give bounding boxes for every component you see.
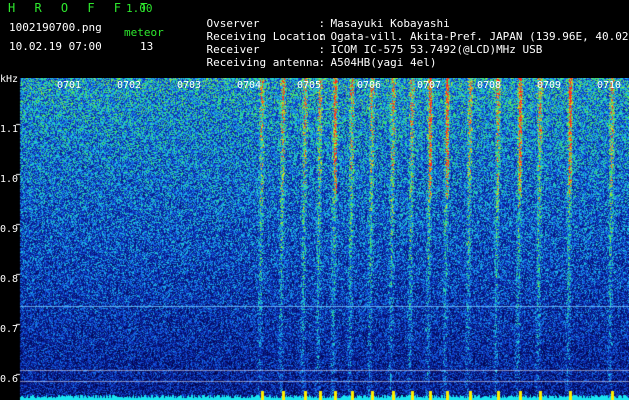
x-tick-label: 0706 xyxy=(357,80,382,91)
x-tick-label: 0705 xyxy=(297,80,322,91)
y-unit-label: kHz xyxy=(0,74,19,85)
app-version: 1.00 xyxy=(126,2,153,15)
timestamp: 10.02.19 07:00 xyxy=(9,40,102,53)
file-name: 1002190700.png xyxy=(9,21,102,34)
y-tick-label: 1.1 xyxy=(0,124,19,135)
meteor-count: 13 xyxy=(140,40,154,53)
meteor-label: meteor xyxy=(124,26,164,39)
x-tick-label: 0708 xyxy=(477,80,502,91)
info-antenna: Receiving antenna: A504HB(yagi 4el) xyxy=(206,56,437,69)
y-tick-label: 0.9 xyxy=(0,224,19,235)
y-tick-label: 0.7 xyxy=(0,324,19,335)
y-tick-label: 1.0 xyxy=(0,174,19,185)
y-tick-label: 0.8 xyxy=(0,274,19,285)
x-tick-label: 0701 xyxy=(57,80,82,91)
x-tick-label: 0710 xyxy=(597,80,622,91)
header-panel: H R O F F T 1.00 1002190700.png meteor 1… xyxy=(0,0,629,78)
y-tick-label: 0.6 xyxy=(0,374,19,385)
spectrogram xyxy=(0,78,629,400)
x-tick-label: 0702 xyxy=(117,80,142,91)
x-tick-label: 0707 xyxy=(417,80,442,91)
x-tick-label: 0709 xyxy=(537,80,562,91)
x-tick-label: 0704 xyxy=(237,80,262,91)
x-tick-label: 0703 xyxy=(177,80,202,91)
